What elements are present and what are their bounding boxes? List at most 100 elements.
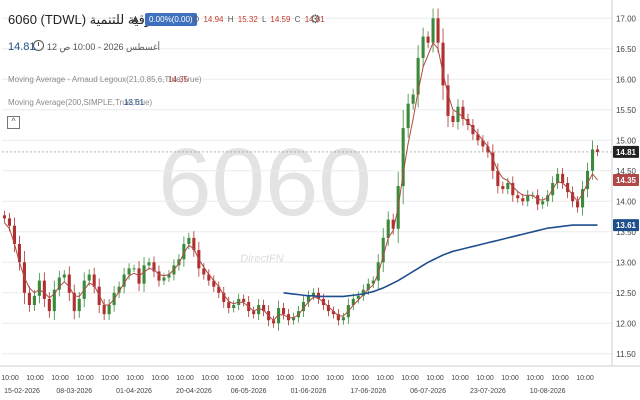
price-chart[interactable]: 6060 DirectFN 11.5012.0012.5013.0013.501…	[0, 0, 640, 400]
candle-body	[102, 305, 106, 315]
x-date-label: 15-02-2026	[4, 388, 40, 395]
candle-body	[232, 305, 236, 309]
ohlc-readout: O 14.94 H 15.32 L 14.59 C 14.81	[193, 15, 325, 24]
change-badge: 0.00%(0.00)	[145, 13, 197, 26]
x-date-label: 06-05-2026	[231, 388, 267, 395]
candle-body	[2, 215, 7, 219]
ma1-price-tag-label: 14.35	[616, 176, 637, 185]
x-time-label: 10:00	[26, 375, 44, 382]
up-arrow-icon: ▲	[130, 13, 141, 25]
y-tick-label: 16.00	[616, 75, 637, 84]
watermark-symbol: 6060	[158, 129, 372, 236]
last-price-tag-label: 14.81	[616, 148, 637, 157]
x-time-label: 10:00	[176, 375, 194, 382]
x-time-label: 10:00	[326, 375, 344, 382]
x-time-label: 10:00	[451, 375, 469, 382]
candle-body	[421, 36, 425, 58]
candle-body	[37, 280, 41, 296]
candle-body	[7, 218, 12, 226]
open-label: O	[193, 15, 200, 24]
x-time-label: 10:00	[376, 375, 394, 382]
high-label: H	[227, 15, 234, 24]
candle-body	[27, 292, 31, 305]
candle-body	[590, 149, 595, 171]
x-date-label: 10-08-2026	[530, 388, 566, 395]
x-time-label: 10:00	[351, 375, 369, 382]
x-time-label: 10:00	[526, 375, 544, 382]
last-price: 14.81	[8, 41, 36, 53]
y-tick-label: 13.00	[616, 258, 637, 267]
y-axis: 11.5012.0012.5013.0013.5014.0014.5015.00…	[616, 14, 637, 358]
candle-body	[87, 274, 91, 281]
x-time-label: 10:00	[1, 375, 19, 382]
x-date-label: 08-03-2026	[56, 388, 92, 395]
x-date-label: 23-07-2026	[470, 388, 506, 395]
x-time-label: 10:00	[251, 375, 269, 382]
settings-gear-icon[interactable]: ⚙	[310, 12, 321, 26]
candle-body	[436, 18, 440, 43]
x-time-label: 10:00	[76, 375, 94, 382]
candle-body	[77, 298, 81, 312]
candle-body	[516, 195, 520, 199]
candle-body	[541, 201, 545, 205]
candle-body	[42, 280, 46, 299]
candle-body	[411, 94, 415, 104]
y-tick-label: 14.00	[616, 197, 637, 206]
candle-body	[521, 198, 525, 202]
candle-body	[282, 308, 286, 315]
timestamp: أغسطس 2026 - 10:00 ص 12	[47, 42, 161, 52]
candle-body	[451, 115, 455, 122]
x-time-label: 10:00	[276, 375, 294, 382]
candle-body	[386, 219, 390, 238]
candle-body	[187, 237, 191, 244]
candle-body	[426, 36, 430, 43]
x-time-label: 10:00	[151, 375, 169, 382]
price-tags: 14.81 14.35 13.61	[613, 145, 639, 232]
clock-icon	[33, 40, 44, 51]
x-time-label: 10:00	[501, 375, 519, 382]
x-axis: 10:00 10:00 10:00 10:00 10:00 10:00 10:00 10:00…	[1, 375, 594, 395]
x-time-label: 10:00	[551, 375, 569, 382]
candle-body	[147, 262, 151, 266]
low-value: 14.59	[270, 15, 291, 24]
x-time-label: 10:00	[226, 375, 244, 382]
y-tick-label: 17.00	[616, 14, 637, 23]
candle-body	[162, 277, 166, 281]
candle-body	[227, 301, 231, 309]
x-time-label: 10:00	[101, 375, 119, 382]
candle-body	[32, 295, 36, 305]
y-tick-label: 12.00	[616, 319, 637, 328]
ma1-legend-value: 14.35	[168, 75, 189, 84]
candle-body	[242, 298, 246, 302]
y-tick-label: 15.50	[616, 106, 637, 115]
candle-body	[526, 195, 530, 202]
y-tick-label: 15.00	[616, 136, 637, 145]
candle-body	[341, 317, 345, 321]
candle-body	[595, 149, 600, 152]
candle-body	[47, 298, 51, 312]
y-tick-label: 16.50	[616, 45, 637, 54]
candle-body	[501, 186, 505, 190]
low-label: L	[262, 15, 267, 24]
ma2-price-tag-label: 13.61	[616, 221, 637, 230]
candle-body	[142, 265, 146, 284]
candle-body	[62, 274, 66, 278]
high-value: 15.32	[237, 15, 258, 24]
x-time-label: 10:00	[201, 375, 219, 382]
x-time-label: 10:00	[126, 375, 144, 382]
collapse-legend-button[interactable]: ^	[7, 116, 20, 129]
open-value: 14.94	[203, 15, 224, 24]
x-date-label: 17-06-2026	[350, 388, 386, 395]
x-date-label: 06-07-2026	[410, 388, 446, 395]
candle-body	[107, 305, 111, 315]
close-label: C	[294, 15, 301, 24]
candle-body	[376, 262, 380, 281]
candle-body	[561, 173, 565, 183]
x-time-label: 10:00	[576, 375, 594, 382]
candle-body	[132, 268, 136, 270]
x-time-label: 10:00	[476, 375, 494, 382]
x-time-label: 10:00	[426, 375, 444, 382]
candle-body	[67, 274, 71, 293]
candle-body	[401, 128, 405, 187]
candle-body	[127, 268, 131, 275]
